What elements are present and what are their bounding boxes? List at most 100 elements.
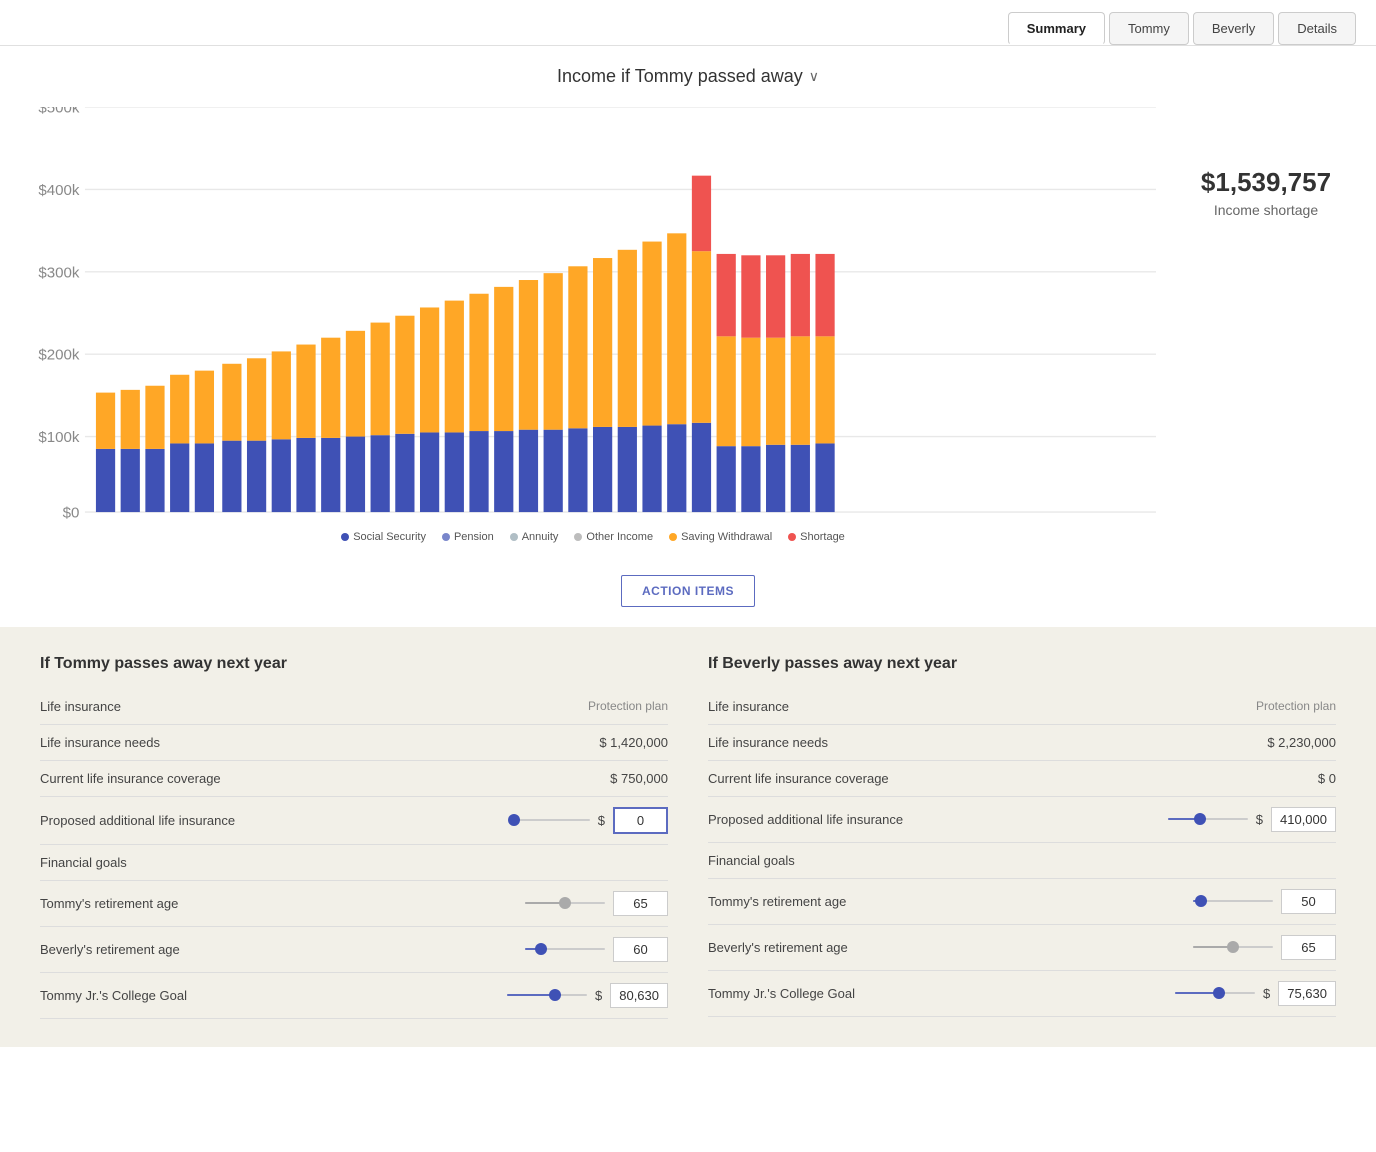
action-items-wrapper: ACTION ITEMS: [0, 559, 1376, 627]
tommy-life-insurance-needs-row: Life insurance needs $ 1,420,000: [40, 725, 668, 761]
beverly-proposed-slider-track[interactable]: [1168, 818, 1248, 820]
tommy-college-goal-dollar: $: [595, 988, 602, 1003]
beverly-college-goal-row: Tommy Jr.'s College Goal $ 75,630: [708, 971, 1336, 1017]
tommy-life-insurance-needs-value: $ 1,420,000: [568, 735, 668, 750]
tommy-proposed-insurance-label: Proposed additional life insurance: [40, 813, 468, 828]
beverly-proposed-value-input[interactable]: 410,000: [1271, 807, 1336, 832]
beverly-proposed-insurance-label: Proposed additional life insurance: [708, 812, 1136, 827]
legend-pension: Pension: [442, 531, 494, 543]
beverly-life-insurance-header-row: Life insurance Protection plan: [708, 689, 1336, 725]
shortage-dot: [788, 533, 796, 541]
tab-summary[interactable]: Summary: [1008, 12, 1105, 45]
scenarios-grid: If Tommy passes away next year Life insu…: [40, 655, 1336, 1019]
legend-shortage-label: Shortage: [800, 531, 845, 543]
tommy-scenario-panel: If Tommy passes away next year Life insu…: [40, 655, 668, 1019]
beverly-beverly-retirement-value[interactable]: 65: [1281, 935, 1336, 960]
shortage-amount: $1,539,757: [1186, 167, 1346, 198]
tommy-beverly-retirement-slider-container: 60: [468, 937, 668, 962]
social-security-dot: [341, 533, 349, 541]
top-navigation: Summary Tommy Beverly Details: [0, 0, 1376, 46]
tommy-proposed-slider-container: $ 0: [468, 807, 668, 834]
beverly-life-insurance-needs-row: Life insurance needs $ 2,230,000: [708, 725, 1336, 761]
tommy-beverly-retirement-value[interactable]: 60: [613, 937, 668, 962]
beverly-college-goal-track[interactable]: [1175, 992, 1255, 994]
beverly-beverly-retirement-thumb[interactable]: [1227, 941, 1239, 953]
tommy-proposed-slider-track[interactable]: [510, 819, 590, 821]
income-shortage-panel: $1,539,757 Income shortage: [1186, 107, 1346, 218]
beverly-tommy-retirement-thumb[interactable]: [1195, 895, 1207, 907]
beverly-tommy-retirement-value[interactable]: 50: [1281, 889, 1336, 914]
chevron-down-icon: ∨: [809, 68, 819, 85]
tab-tommy[interactable]: Tommy: [1109, 12, 1189, 45]
beverly-proposed-dollar: $: [1256, 812, 1263, 827]
beverly-college-goal-dollar: $: [1263, 986, 1270, 1001]
beverly-college-goal-label: Tommy Jr.'s College Goal: [708, 986, 1136, 1001]
tommy-college-goal-track[interactable]: [507, 994, 587, 996]
chart-title[interactable]: Income if Tommy passed away ∨: [557, 66, 819, 87]
tommy-proposed-insurance-row: Proposed additional life insurance $ 0: [40, 797, 668, 845]
beverly-life-insurance-section-label: Life insurance: [708, 699, 1236, 714]
pension-dot: [442, 533, 450, 541]
legend-pension-label: Pension: [454, 531, 494, 543]
tommy-tommy-retirement-slider-container: 65: [468, 891, 668, 916]
tommy-life-insurance-needs-label: Life insurance needs: [40, 735, 568, 750]
tommy-college-goal-value[interactable]: 80,630: [610, 983, 668, 1008]
legend-social-security: Social Security: [341, 531, 426, 543]
legend-annuity-label: Annuity: [522, 531, 559, 543]
legend-other-income: Other Income: [574, 531, 653, 543]
beverly-college-goal-value[interactable]: 75,630: [1278, 981, 1336, 1006]
saving-withdrawal-dot: [669, 533, 677, 541]
tommy-tommy-retirement-label: Tommy's retirement age: [40, 896, 468, 911]
beverly-tommy-retirement-track[interactable]: [1193, 900, 1273, 902]
beverly-tommy-retirement-slider-container: 50: [1136, 889, 1336, 914]
legend-shortage: Shortage: [788, 531, 845, 543]
tommy-proposed-slider-thumb[interactable]: [508, 814, 520, 826]
tommy-college-goal-label: Tommy Jr.'s College Goal: [40, 988, 468, 1003]
tommy-panel-heading: If Tommy passes away next year: [40, 655, 668, 673]
chart-legend: Social Security Pension Annuity Other In…: [30, 531, 1156, 543]
beverly-beverly-retirement-track[interactable]: [1193, 946, 1273, 948]
tommy-college-goal-fill: [507, 994, 555, 996]
tommy-financial-goals-header-row: Financial goals: [40, 845, 668, 881]
tommy-tommy-retirement-thumb[interactable]: [559, 897, 571, 909]
beverly-current-coverage-value: $ 0: [1236, 771, 1336, 786]
tommy-college-goal-thumb[interactable]: [549, 989, 561, 1001]
tommy-tommy-retirement-value[interactable]: 65: [613, 891, 668, 916]
legend-saving-withdrawal: Saving Withdrawal: [669, 531, 772, 543]
tommy-tommy-retirement-track[interactable]: [525, 902, 605, 904]
tommy-beverly-retirement-label: Beverly's retirement age: [40, 942, 468, 957]
beverly-scenario-panel: If Beverly passes away next year Life in…: [708, 655, 1336, 1019]
tommy-financial-goals-label: Financial goals: [40, 855, 668, 870]
beverly-beverly-retirement-label: Beverly's retirement age: [708, 940, 1136, 955]
tommy-current-coverage-value: $ 750,000: [568, 771, 668, 786]
beverly-beverly-retirement-row: Beverly's retirement age 65: [708, 925, 1336, 971]
beverly-proposed-insurance-row: Proposed additional life insurance $ 410…: [708, 797, 1336, 843]
beverly-financial-goals-label: Financial goals: [708, 853, 1336, 868]
tommy-college-goal-row: Tommy Jr.'s College Goal $ 80,630: [40, 973, 668, 1019]
legend-annuity: Annuity: [510, 531, 559, 543]
tommy-college-goal-slider-container: $ 80,630: [468, 983, 668, 1008]
chart-title-text: Income if Tommy passed away: [557, 66, 803, 87]
beverly-tommy-retirement-row: Tommy's retirement age 50: [708, 879, 1336, 925]
chart-container: $500k $400k $300k $200k $100k $0: [30, 107, 1346, 543]
beverly-college-goal-thumb[interactable]: [1213, 987, 1225, 999]
tab-beverly[interactable]: Beverly: [1193, 12, 1274, 45]
tommy-current-coverage-label: Current life insurance coverage: [40, 771, 568, 786]
other-income-dot: [574, 533, 582, 541]
beverly-life-insurance-needs-label: Life insurance needs: [708, 735, 1236, 750]
bottom-section: If Tommy passes away next year Life insu…: [0, 627, 1376, 1047]
tommy-tommy-retirement-row: Tommy's retirement age 65: [40, 881, 668, 927]
tommy-protection-plan-label: Protection plan: [568, 699, 668, 713]
action-items-button[interactable]: ACTION ITEMS: [621, 575, 755, 607]
tommy-beverly-retirement-thumb[interactable]: [535, 943, 547, 955]
beverly-current-coverage-label: Current life insurance coverage: [708, 771, 1236, 786]
beverly-current-coverage-row: Current life insurance coverage $ 0: [708, 761, 1336, 797]
tommy-proposed-value-input[interactable]: 0: [613, 807, 668, 834]
beverly-tommy-retirement-label: Tommy's retirement age: [708, 894, 1136, 909]
beverly-beverly-retirement-slider-container: 65: [1136, 935, 1336, 960]
bar-chart: $500k $400k $300k $200k $100k $0: [30, 107, 1156, 519]
tommy-beverly-retirement-track[interactable]: [525, 948, 605, 950]
beverly-proposed-slider-thumb[interactable]: [1194, 813, 1206, 825]
svg-text:$200k: $200k: [38, 347, 80, 364]
tab-details[interactable]: Details: [1278, 12, 1356, 45]
